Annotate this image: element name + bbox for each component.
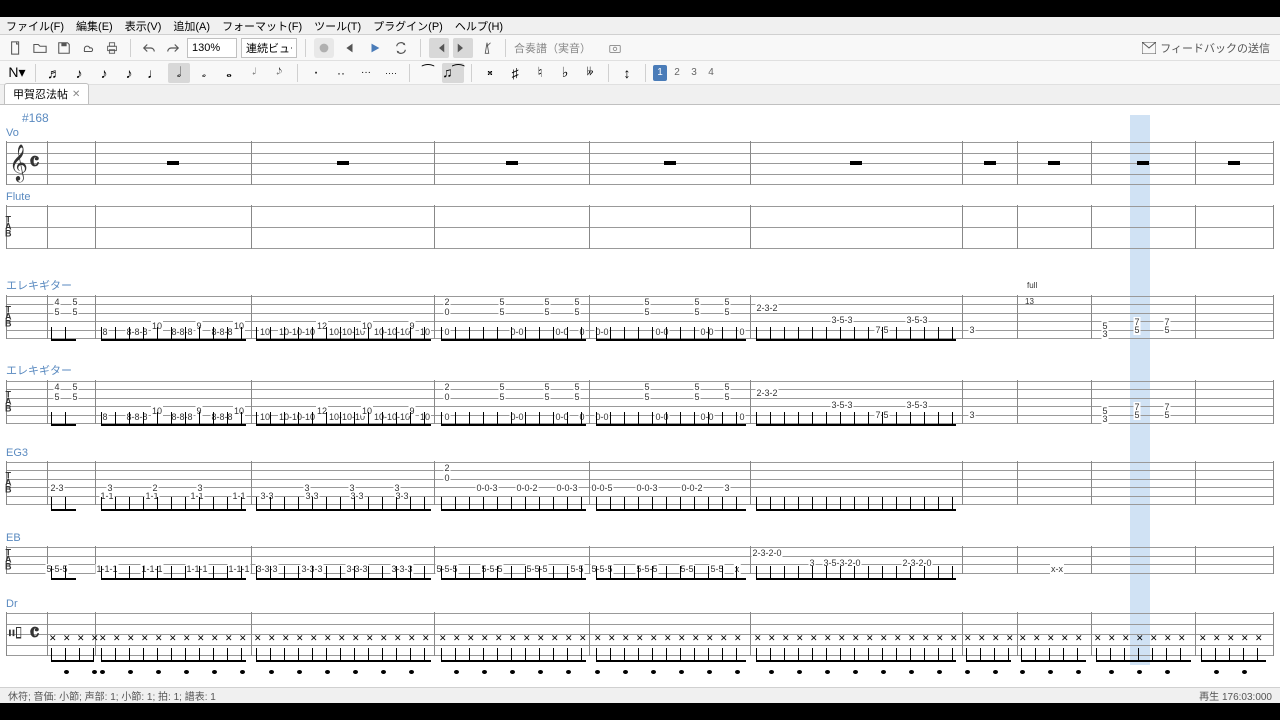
feedback-link[interactable]: フィードバックの送信 bbox=[1142, 40, 1270, 56]
mail-icon bbox=[1142, 42, 1156, 54]
menu-bar: ファイル(F) 編集(E) 表示(V) 追加(A) フォーマット(F) ツール(… bbox=[0, 17, 1280, 35]
dot3-icon[interactable]: ··· bbox=[355, 63, 377, 83]
menu-tool[interactable]: ツール(T) bbox=[308, 18, 367, 34]
main-toolbar: 合奏譜（実音） bbox=[0, 35, 1280, 61]
zoom-select[interactable] bbox=[187, 38, 237, 58]
menu-help[interactable]: ヘルプ(H) bbox=[449, 18, 509, 34]
save-icon[interactable] bbox=[54, 38, 74, 58]
track-label: エレキギター bbox=[6, 362, 1274, 378]
track-label: EG3 bbox=[6, 447, 1274, 459]
note-4-icon[interactable]: ♩ bbox=[143, 63, 165, 83]
menu-format[interactable]: フォーマット(F) bbox=[216, 18, 308, 34]
record-button[interactable] bbox=[314, 38, 334, 58]
note-32-icon[interactable]: ♪ bbox=[68, 63, 90, 83]
menu-add[interactable]: 追加(A) bbox=[167, 18, 216, 34]
layer-4-button[interactable]: 4 bbox=[704, 65, 718, 81]
score-mode-label[interactable]: 合奏譜（実音） bbox=[514, 40, 591, 56]
track-label: EB bbox=[6, 532, 1274, 544]
status-left: 休符; 音価: 小節; 声部: 1; 小節: 1; 拍: 1; 譜表: 1 bbox=[8, 688, 216, 703]
track-label: エレキギター bbox=[6, 277, 1274, 293]
track-eb: EBTAB5-5-51-1-11-1-11-1-11-1-13-3-33-3-3… bbox=[6, 532, 1274, 574]
note-2-icon[interactable]: 𝅗𝅥 bbox=[168, 63, 190, 83]
doubleflat-icon[interactable]: 𝄫 bbox=[579, 63, 601, 83]
track-label: Vo bbox=[6, 127, 1274, 139]
dot2-icon[interactable]: ·· bbox=[330, 63, 352, 83]
menu-edit[interactable]: 編集(E) bbox=[70, 18, 119, 34]
doublesharp-icon[interactable]: 𝄪 bbox=[479, 63, 501, 83]
view-mode-select[interactable] bbox=[241, 38, 297, 58]
print-icon[interactable] bbox=[102, 38, 122, 58]
skip-next-icon[interactable] bbox=[453, 38, 473, 58]
close-tab-icon[interactable]: ✕ bbox=[72, 89, 80, 100]
tab-bar: 甲賀忍法帖 ✕ bbox=[0, 85, 1280, 105]
play-icon[interactable] bbox=[364, 37, 386, 59]
status-right: 再生 176:03:000 bbox=[1199, 688, 1272, 703]
score-area[interactable]: #168 Vo𝄞𝄴 FluteTAB エレキギターTAB455588-8-8108-… bbox=[0, 105, 1280, 675]
cloud-icon[interactable] bbox=[78, 38, 98, 58]
measure-number: #168 bbox=[22, 111, 49, 125]
note-longa-icon[interactable]: 𝆹𝅥𝅮 bbox=[268, 63, 290, 83]
loop-icon[interactable] bbox=[390, 37, 412, 59]
track-eg2: エレキギターTAB455588-8-8108-8-898-8-8101010-1… bbox=[6, 362, 1274, 424]
document-tab[interactable]: 甲賀忍法帖 ✕ bbox=[4, 83, 89, 104]
layer-2-button[interactable]: 2 bbox=[670, 65, 684, 81]
note-whole-icon[interactable]: 𝅝 bbox=[218, 63, 240, 83]
track-eg1: エレキギターTAB455588-8-8108-8-898-8-8101010-1… bbox=[6, 277, 1274, 339]
menu-plugin[interactable]: プラグイン(P) bbox=[367, 18, 449, 34]
undo-icon[interactable] bbox=[139, 38, 159, 58]
layer-3-button[interactable]: 3 bbox=[687, 65, 701, 81]
track-label: Dr bbox=[6, 598, 1274, 610]
track-dr: Dr𝄥𝄦𝄴✕✕✕✕✕✕✕✕✕✕✕✕✕✕✕✕✕✕✕✕✕✕✕✕✕✕✕✕✕✕✕✕✕✕✕… bbox=[6, 598, 1274, 656]
tie-icon[interactable]: ⁀ bbox=[417, 63, 439, 83]
note-8-icon[interactable]: ♪ bbox=[118, 63, 140, 83]
menu-file[interactable]: ファイル(F) bbox=[0, 18, 70, 34]
metronome-icon[interactable] bbox=[477, 38, 497, 58]
skip-start-icon[interactable] bbox=[338, 37, 360, 59]
status-bar: 休符; 音価: 小節; 声部: 1; 小節: 1; 拍: 1; 譜表: 1 再生… bbox=[0, 687, 1280, 703]
track-label: Flute bbox=[6, 191, 1274, 203]
redo-icon[interactable] bbox=[163, 38, 183, 58]
flip-icon[interactable]: ↕ bbox=[616, 63, 638, 83]
flat-icon[interactable]: ♭ bbox=[554, 63, 576, 83]
note-toolbar: N▾ ♬ ♪ ♪ ♪ ♩ 𝅗𝅥 𝅗 𝅝 𝆹𝅥 𝆹𝅥𝅮 · ·· ··· ····… bbox=[0, 61, 1280, 85]
camera-icon[interactable] bbox=[605, 38, 625, 58]
note-1-icon[interactable]: 𝅗 bbox=[193, 63, 215, 83]
open-folder-icon[interactable] bbox=[30, 38, 50, 58]
note-16-icon[interactable]: ♪ bbox=[93, 63, 115, 83]
track-vo: Vo𝄞𝄴 bbox=[6, 127, 1274, 185]
note-64-icon[interactable]: ♬ bbox=[43, 63, 65, 83]
dot4-icon[interactable]: ···· bbox=[380, 63, 402, 83]
note-input-icon[interactable]: N▾ bbox=[6, 63, 28, 83]
natural-icon[interactable]: ♮ bbox=[529, 63, 551, 83]
track-flute: FluteTAB bbox=[6, 191, 1274, 249]
sharp-icon[interactable]: ♯ bbox=[504, 63, 526, 83]
track-eg3: EG3TAB2-31-131-121-131-13-333-333-333-32… bbox=[6, 447, 1274, 505]
note-breve-icon[interactable]: 𝆹𝅥 bbox=[243, 63, 265, 83]
new-file-icon[interactable] bbox=[6, 38, 26, 58]
dot-icon[interactable]: · bbox=[305, 63, 327, 83]
layer-1-button[interactable]: 1 bbox=[653, 65, 667, 81]
skip-prev-icon[interactable] bbox=[429, 38, 449, 58]
slur-icon[interactable]: ♫⁀ bbox=[442, 63, 464, 83]
menu-view[interactable]: 表示(V) bbox=[119, 18, 168, 34]
